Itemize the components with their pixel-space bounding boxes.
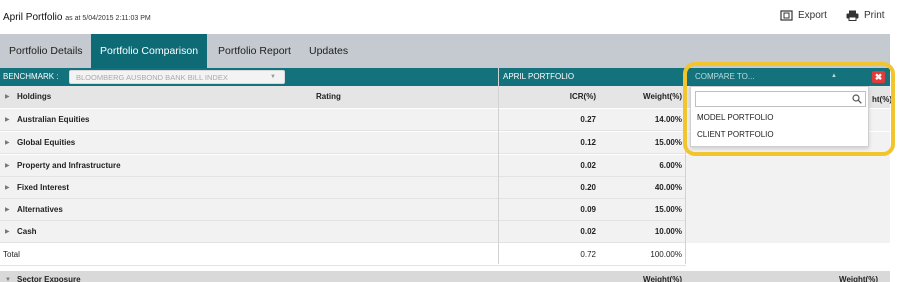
compare-weight-header: ht(%) bbox=[872, 95, 892, 104]
sector-exposure-header[interactable]: ▼ Sector Exposure Weight(%) Weight(%) bbox=[0, 271, 890, 282]
weight-header: Weight(%) bbox=[643, 92, 682, 101]
holding-name: Fixed Interest bbox=[17, 183, 70, 192]
compare-column-cell bbox=[686, 244, 890, 266]
page-header: April Portfolio as at 5/04/2015 2:11:03 … bbox=[0, 0, 900, 34]
expand-triangle-icon[interactable]: ▶ bbox=[5, 86, 10, 108]
holding-weight: 15.00% bbox=[654, 205, 682, 214]
tab-updates[interactable]: Updates bbox=[309, 34, 348, 68]
holding-weight: 15.00% bbox=[654, 138, 682, 147]
compare-column-cell bbox=[686, 177, 890, 199]
compare-dropdown-menu: MODEL PORTFOLIO CLIENT PORTFOLIO bbox=[690, 86, 869, 147]
holding-weight: 14.00% bbox=[654, 115, 682, 124]
chevron-up-icon: ▲ bbox=[831, 73, 837, 79]
tab-portfolio-details[interactable]: Portfolio Details bbox=[9, 34, 83, 68]
column-divider bbox=[498, 68, 499, 264]
holdings-header: Holdings bbox=[17, 92, 52, 101]
holding-weight: 40.00% bbox=[654, 183, 682, 192]
icr-header: ICR(%) bbox=[569, 92, 596, 101]
expand-triangle-icon[interactable]: ▶ bbox=[5, 221, 10, 243]
holding-name: Property and Infrastructure bbox=[17, 161, 121, 170]
holding-icr: 0.09 bbox=[580, 205, 596, 214]
chevron-down-icon: ▼ bbox=[270, 74, 276, 80]
total-weight: 100.00% bbox=[650, 250, 682, 259]
compare-to-label: COMPARE TO... bbox=[695, 72, 755, 81]
table-row[interactable]: ▶ Cash 0.02 10.00% bbox=[0, 221, 890, 243]
tab-bar: Portfolio Details Portfolio Comparison P… bbox=[0, 34, 890, 68]
sector-exposure-label: Sector Exposure bbox=[17, 275, 81, 282]
holding-icr: 0.02 bbox=[580, 161, 596, 170]
option-model-portfolio[interactable]: MODEL PORTFOLIO bbox=[697, 113, 773, 122]
expand-triangle-icon[interactable]: ▼ bbox=[5, 271, 11, 282]
sector-weight-header-right: Weight(%) bbox=[839, 275, 878, 282]
column-divider bbox=[685, 68, 686, 264]
table-row[interactable]: ▶ Alternatives 0.09 15.00% bbox=[0, 199, 890, 221]
expand-triangle-icon[interactable]: ▶ bbox=[5, 177, 10, 199]
holding-name: Cash bbox=[17, 227, 37, 236]
holding-name: Alternatives bbox=[17, 205, 63, 214]
search-icon bbox=[852, 94, 862, 104]
benchmark-selected-value: BLOOMBERG AUSBOND BANK BILL INDEX bbox=[76, 73, 228, 82]
export-button[interactable]: Export bbox=[780, 10, 827, 21]
benchmark-select[interactable]: BLOOMBERG AUSBOND BANK BILL INDEX ▼ bbox=[69, 70, 285, 84]
sector-weight-header: Weight(%) bbox=[643, 275, 682, 282]
rating-header: Rating bbox=[316, 92, 341, 101]
holding-icr: 0.02 bbox=[580, 227, 596, 236]
compare-search-box[interactable] bbox=[695, 91, 866, 107]
close-button[interactable]: ✖ bbox=[872, 71, 885, 83]
page-title: April Portfolio as at 5/04/2015 2:11:03 … bbox=[3, 12, 151, 23]
expand-triangle-icon[interactable]: ▶ bbox=[5, 132, 10, 154]
expand-triangle-icon[interactable]: ▶ bbox=[5, 199, 10, 221]
holding-icr: 0.20 bbox=[580, 183, 596, 192]
portfolio-title: April Portfolio bbox=[3, 12, 63, 23]
holding-icr: 0.27 bbox=[580, 115, 596, 124]
print-button[interactable]: Print bbox=[846, 10, 885, 21]
portfolio-timestamp: as at 5/04/2015 2:11:03 PM bbox=[65, 15, 151, 22]
expand-triangle-icon[interactable]: ▶ bbox=[5, 109, 10, 131]
tab-portfolio-report[interactable]: Portfolio Report bbox=[218, 34, 291, 68]
table-row[interactable]: ▶ Fixed Interest 0.20 40.00% bbox=[0, 177, 890, 199]
total-icr: 0.72 bbox=[580, 250, 596, 259]
print-icon bbox=[846, 10, 859, 21]
holding-weight: 6.00% bbox=[659, 161, 682, 170]
print-label: Print bbox=[864, 10, 885, 21]
option-client-portfolio[interactable]: CLIENT PORTFOLIO bbox=[697, 130, 774, 139]
total-label: Total bbox=[3, 250, 20, 259]
compare-column-cell bbox=[686, 155, 890, 177]
holding-icr: 0.12 bbox=[580, 138, 596, 147]
table-row[interactable]: ▶ Property and Infrastructure 0.02 6.00% bbox=[0, 155, 890, 177]
total-row: Total 0.72 100.00% bbox=[0, 244, 890, 266]
holding-weight: 10.00% bbox=[654, 227, 682, 236]
compare-to-select[interactable]: COMPARE TO... ▲ ✖ bbox=[686, 68, 890, 86]
close-icon: ✖ bbox=[874, 72, 883, 82]
tab-portfolio-comparison[interactable]: Portfolio Comparison bbox=[91, 34, 208, 68]
benchmark-label: BENCHMARK : bbox=[3, 72, 59, 81]
expand-triangle-icon[interactable]: ▶ bbox=[5, 155, 10, 177]
export-icon bbox=[780, 10, 793, 21]
portfolio-column-header: APRIL PORTFOLIO bbox=[503, 72, 575, 81]
holding-name: Australian Equities bbox=[17, 115, 90, 124]
holding-name: Global Equities bbox=[17, 138, 76, 147]
compare-column-cell bbox=[686, 221, 890, 243]
compare-search-input[interactable] bbox=[699, 93, 849, 105]
export-label: Export bbox=[798, 10, 827, 21]
compare-column-cell bbox=[686, 199, 890, 221]
